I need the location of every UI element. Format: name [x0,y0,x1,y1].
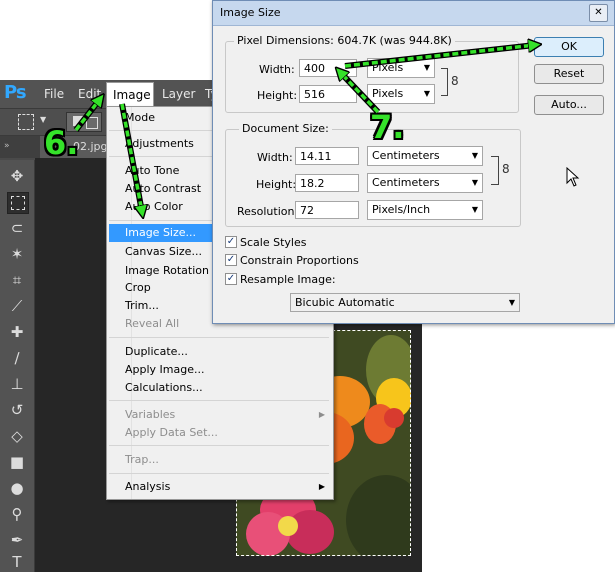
pixel-width-input[interactable]: 400 [299,59,357,77]
dropdown-arrow-icon: ▼ [508,298,515,307]
gradient-tool-icon[interactable]: ■ [7,452,27,472]
lasso-tool-icon[interactable]: ⊂ [7,218,27,238]
resample-image-label: Resample Image: [240,273,336,286]
dropdown-arrow-icon: ▼ [423,89,430,98]
constrain-proportions-label: Constrain Proportions [240,254,359,267]
doc-width-input[interactable]: 14.11 [295,147,359,165]
move-tool-icon[interactable]: ✥ [7,166,27,186]
panel-collapse-icon[interactable]: » [4,141,10,151]
mouse-cursor-icon [566,167,580,187]
menu-separator [109,473,329,474]
pixel-height-unit-select[interactable]: Pixels ▼ [367,84,435,104]
pixel-link-bracket [441,68,448,96]
marquee-preset-icon[interactable] [18,114,34,130]
scale-styles-label: Scale Styles [240,236,307,249]
pixel-dimensions-label: Pixel Dimensions: 604.7K (was 944.8K) [234,34,455,47]
menu-separator [109,445,329,446]
type-tool-icon[interactable]: T [7,552,27,572]
resample-image-checkbox[interactable]: ✓ [225,273,237,285]
menu-separator [109,400,329,401]
submenu-arrow-icon: ▶ [318,482,325,491]
menu-item-trap: Trap... [125,453,159,466]
dropdown-arrow-icon: ▼ [471,178,478,187]
menu-image-label: Image [113,88,151,102]
doc-width-label: Width: [257,151,293,164]
resample-method-select[interactable]: Bicubic Automatic ▼ [290,293,520,312]
clone-stamp-tool-icon[interactable]: ⊥ [7,374,27,394]
tools-panel: ✥ ⊂ ✶ ⌗ ⟋ ✚ ∕ ⊥ ↺ ◇ ■ ● ⚲ ✒ T [0,160,35,572]
chain-link-icon: 8 [451,74,459,88]
healing-brush-tool-icon[interactable]: ✚ [7,322,27,342]
step-6-annotation: 6. [44,124,79,162]
dodge-tool-icon[interactable]: ⚲ [7,504,27,524]
pixel-height-label: Height: [257,89,298,102]
pixel-height-input[interactable]: 516 [299,85,357,103]
menu-item-analysis[interactable]: Analysis ▶ [125,478,325,496]
history-brush-tool-icon[interactable]: ↺ [7,400,27,420]
eyedropper-tool-icon[interactable]: ⟋ [7,296,27,316]
pixel-width-label: Width: [259,63,295,76]
dropdown-arrow-icon: ▼ [471,205,478,214]
doc-height-unit-select[interactable]: Centimeters ▼ [367,173,483,193]
submenu-arrow-icon: ▶ [318,410,325,419]
reset-button[interactable]: Reset [534,64,604,84]
step-7-annotation: 7. [370,108,405,146]
menu-item-duplicate[interactable]: Duplicate... [125,343,325,361]
chain-link-icon: 8 [502,162,510,176]
resolution-input[interactable]: 72 [295,201,359,219]
blur-tool-icon[interactable]: ● [7,478,27,498]
brush-tool-icon[interactable]: ∕ [7,348,27,368]
resolution-unit-select[interactable]: Pixels/Inch ▼ [367,200,483,220]
document-size-label: Document Size: [239,122,332,135]
menu-item-variables: Variables ▶ [125,406,325,424]
pixel-width-unit-select[interactable]: Pixels ▼ [367,58,435,78]
menu-edit[interactable]: Edit [78,87,101,101]
eraser-tool-icon[interactable]: ◇ [7,426,27,446]
doc-height-input[interactable]: 18.2 [295,174,359,192]
pixel-dimensions-value: 604.7K (was 944.8K) [337,34,452,47]
ok-button[interactable]: OK [534,37,604,57]
photoshop-logo: Ps [4,82,27,103]
menu-item-apply-data-set: Apply Data Set... [125,426,218,439]
resolution-label: Resolution: [237,205,299,218]
preset-dropdown-icon[interactable]: ▼ [40,115,46,124]
menu-file[interactable]: File [44,87,64,101]
doc-width-unit-select[interactable]: Centimeters ▼ [367,146,483,166]
constrain-proportions-checkbox[interactable]: ✓ [225,254,237,266]
magic-wand-tool-icon[interactable]: ✶ [7,244,27,264]
menu-item-calculations[interactable]: Calculations... [125,379,325,397]
pen-tool-icon[interactable]: ✒ [7,530,27,550]
menu-layer[interactable]: Layer [162,87,195,101]
menu-item-apply-image[interactable]: Apply Image... [125,361,325,379]
dialog-titlebar: Image Size ✕ [213,1,614,26]
dropdown-arrow-icon: ▼ [423,63,430,72]
menu-image[interactable]: Image [106,82,154,109]
image-size-dialog: Image Size ✕ Pixel Dimensions: 604.7K (w… [212,0,615,324]
doc-height-label: Height: [256,178,297,191]
doc-link-bracket [491,156,499,185]
dropdown-arrow-icon: ▼ [471,151,478,160]
rectangular-marquee-tool-icon[interactable] [7,192,29,214]
auto-button[interactable]: Auto... [534,95,604,115]
close-icon[interactable]: ✕ [589,4,608,22]
crop-tool-icon[interactable]: ⌗ [7,270,27,290]
dialog-title: Image Size [220,6,281,19]
scale-styles-checkbox[interactable]: ✓ [225,236,237,248]
menu-separator [109,337,329,338]
